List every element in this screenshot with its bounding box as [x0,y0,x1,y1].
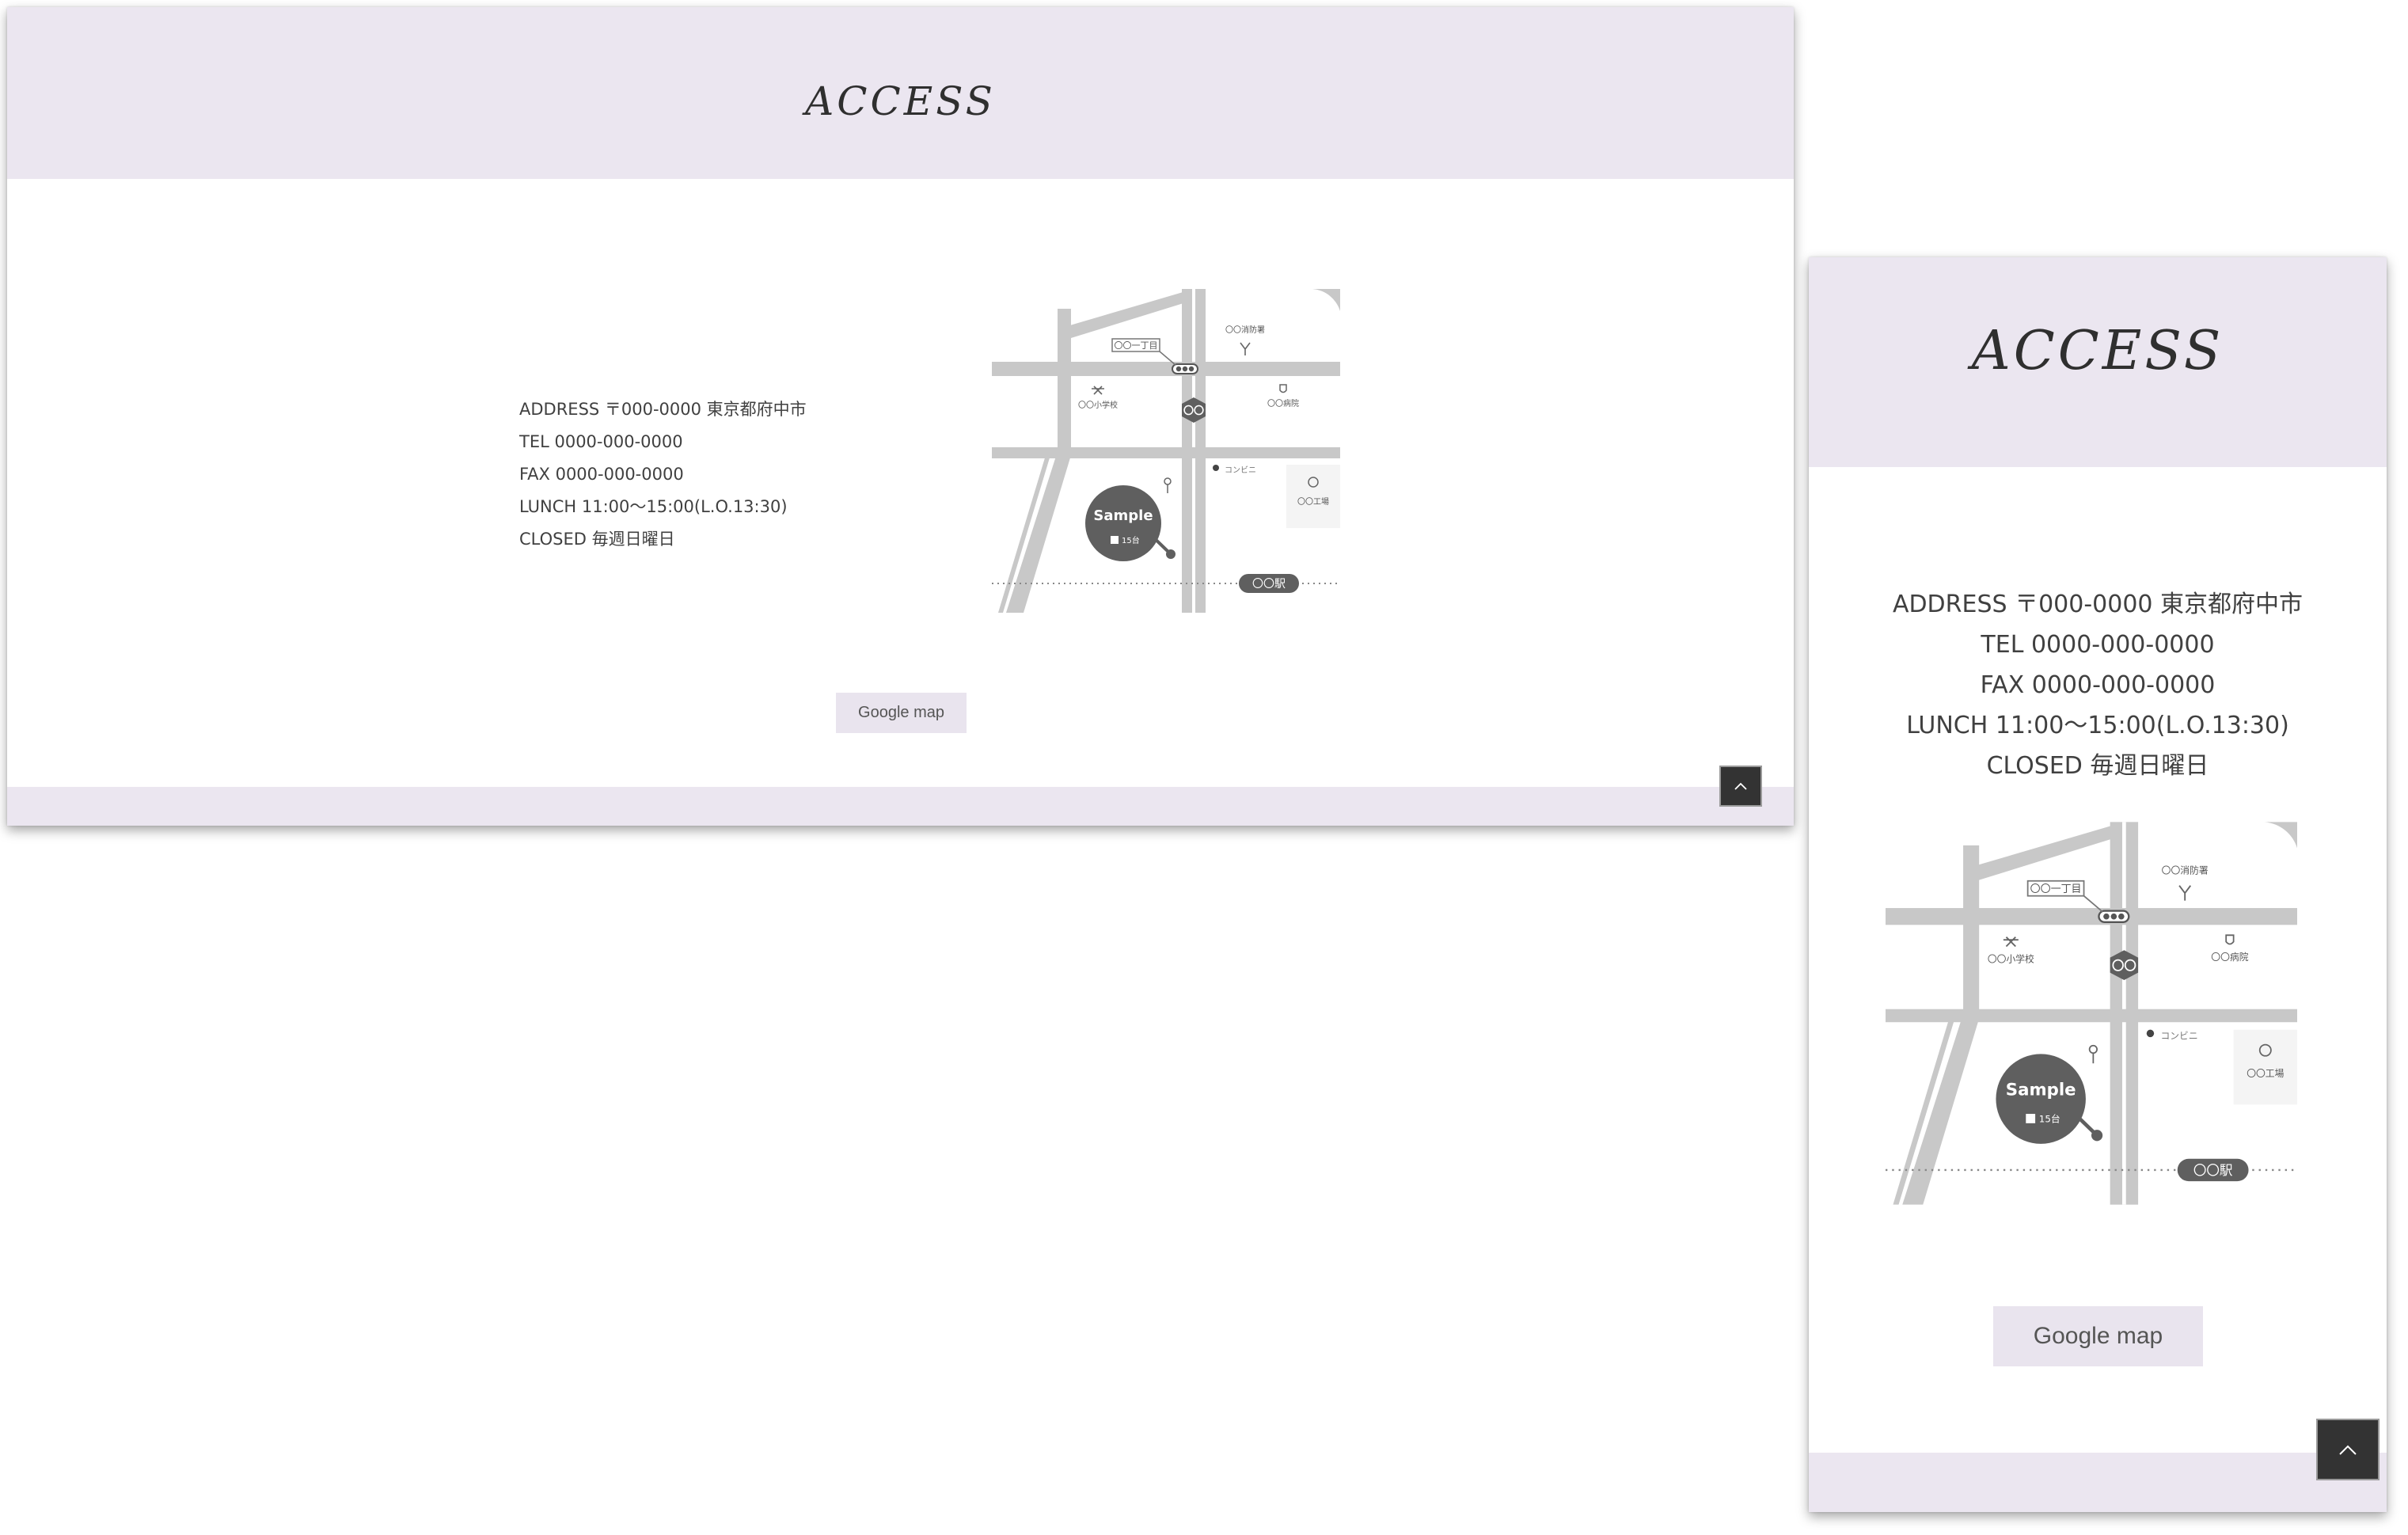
map-label-fire-station: 〇〇消防署 [2162,864,2209,876]
map-lower-road [1886,1009,2297,1023]
access-info: ADDRESS 〒000-0000 東京都府中市 TEL 0000-000-00… [1809,584,2387,786]
map-convenience-dot [1213,465,1219,471]
map-label-chome: 〇〇一丁目 [2030,883,2082,895]
map-upper-road [992,362,1340,376]
map-label-parking: 15台 [2039,1114,2060,1125]
map-label-hospital: 〇〇病院 [2211,952,2248,963]
google-map-button[interactable]: Google map [1993,1306,2203,1366]
section-title: ACCESS [1971,320,2224,382]
map-shop-location [2091,1130,2103,1142]
map-traffic-lamp-1 [1176,366,1182,372]
fax-line: FAX 0000-000-0000 [519,465,684,484]
fire-station-icon [2178,885,2192,901]
map-label-school: 〇〇小学校 [1078,400,1118,410]
map-corner-road [1312,289,1340,311]
section-title: ACCESS [805,78,996,124]
map-label-station: 〇〇駅 [2193,1163,2233,1178]
map-traffic-lamp-2 [1182,366,1188,372]
map-corner-road [2264,822,2297,849]
map-label-convenience: コンビニ [2160,1031,2197,1042]
chevron-up-icon [2339,1445,2357,1455]
map-lower-road [992,447,1340,458]
map-convenience-dot [2146,1029,2155,1038]
fax-line: FAX 0000-000-0000 [1980,671,2216,699]
parking-icon [2026,1114,2036,1123]
map-label-factory: 〇〇工場 [1297,496,1329,507]
map-upper-road [1886,908,2297,925]
lunch-line: LUNCH 11:00〜15:00(L.O.13:30) [519,497,788,516]
access-map: 〇〇一丁目 〇〇消防署〇〇小学校〇〇 〇〇病院コンビニ〇〇工場 Sample 15台〇〇… [992,289,1340,613]
map-label-convenience: コンビニ [1225,465,1256,475]
google-map-button[interactable]: Google map [836,693,967,733]
fire-station-icon [1240,342,1251,355]
map-label-shop: Sample [1093,507,1153,524]
map-illustration: 〇〇一丁目 〇〇消防署〇〇小学校〇〇 〇〇病院コンビニ〇〇工場 Sample 15台〇〇… [992,289,1340,613]
hospital-icon [2225,934,2235,945]
hospital-icon [1279,384,1287,393]
back-to-top-button[interactable] [1719,766,1762,807]
school-icon [2003,937,2019,948]
map-label-shop: Sample [2006,1080,2076,1100]
map-label-fire-station: 〇〇消防署 [1225,325,1265,335]
address-line: ADDRESS 〒000-0000 東京都府中市 [519,400,807,419]
map-traffic-lamp-3 [1188,366,1195,372]
map-shop-location [1166,549,1176,559]
tel-line: TEL 0000-000-0000 [1981,631,2215,659]
lunch-line: LUNCH 11:00〜15:00(L.O.13:30) [1906,712,2289,739]
back-to-top-button[interactable] [2316,1419,2380,1480]
map-pin-icon [2088,1044,2098,1054]
map-label-parking: 15台 [1122,535,1140,545]
mobile-preview: ACCESS ADDRESS 〒000-0000 東京都府中市 TEL 0000… [1809,257,2387,1512]
map-traffic-lamp-3 [2118,913,2125,920]
map-traffic-lamp-1 [2103,913,2110,920]
parking-icon [1111,536,1119,544]
map-pin-icon [1164,477,1172,485]
closed-line: CLOSED 毎週日曜日 [1986,752,2209,780]
tel-line: TEL 0000-000-0000 [519,432,683,451]
map-illustration: 〇〇一丁目 〇〇消防署〇〇小学校 〇〇 〇〇病院コンビニ〇〇工場 Sample 15台〇〇… [1886,822,2297,1205]
access-info: ADDRESS 〒000-0000 東京都府中市 TEL 0000-000-00… [519,393,807,556]
map-traffic-lamp-2 [2110,913,2117,920]
footer-band [1809,1453,2387,1512]
map-factory-area [1286,465,1340,528]
map-street-top [1965,822,2125,880]
chevron-up-icon [1734,782,1747,790]
map-label-school: 〇〇小学校 [1988,954,2034,965]
map-label-route: 〇〇 [1183,405,1204,417]
map-label-factory: 〇〇工場 [2247,1068,2284,1079]
access-map: 〇〇一丁目 〇〇消防署〇〇小学校 〇〇 〇〇病院コンビニ〇〇工場 Sample 15台〇〇… [1886,822,2297,1205]
map-label-hospital: 〇〇病院 [1267,398,1299,408]
map-street-top [1059,289,1194,338]
closed-line: CLOSED 毎週日曜日 [519,530,675,549]
footer-band [7,787,1794,826]
desktop-preview: ACCESS ADDRESS 〒000-0000 東京都府中市 TEL 0000… [7,7,1794,826]
address-line: ADDRESS 〒000-0000 東京都府中市 [1892,591,2304,618]
school-icon [1092,386,1104,395]
map-label-chome: 〇〇一丁目 [1115,340,1158,351]
map-label-route: 〇〇 [2112,958,2136,973]
map-label-station: 〇〇駅 [1252,578,1286,591]
